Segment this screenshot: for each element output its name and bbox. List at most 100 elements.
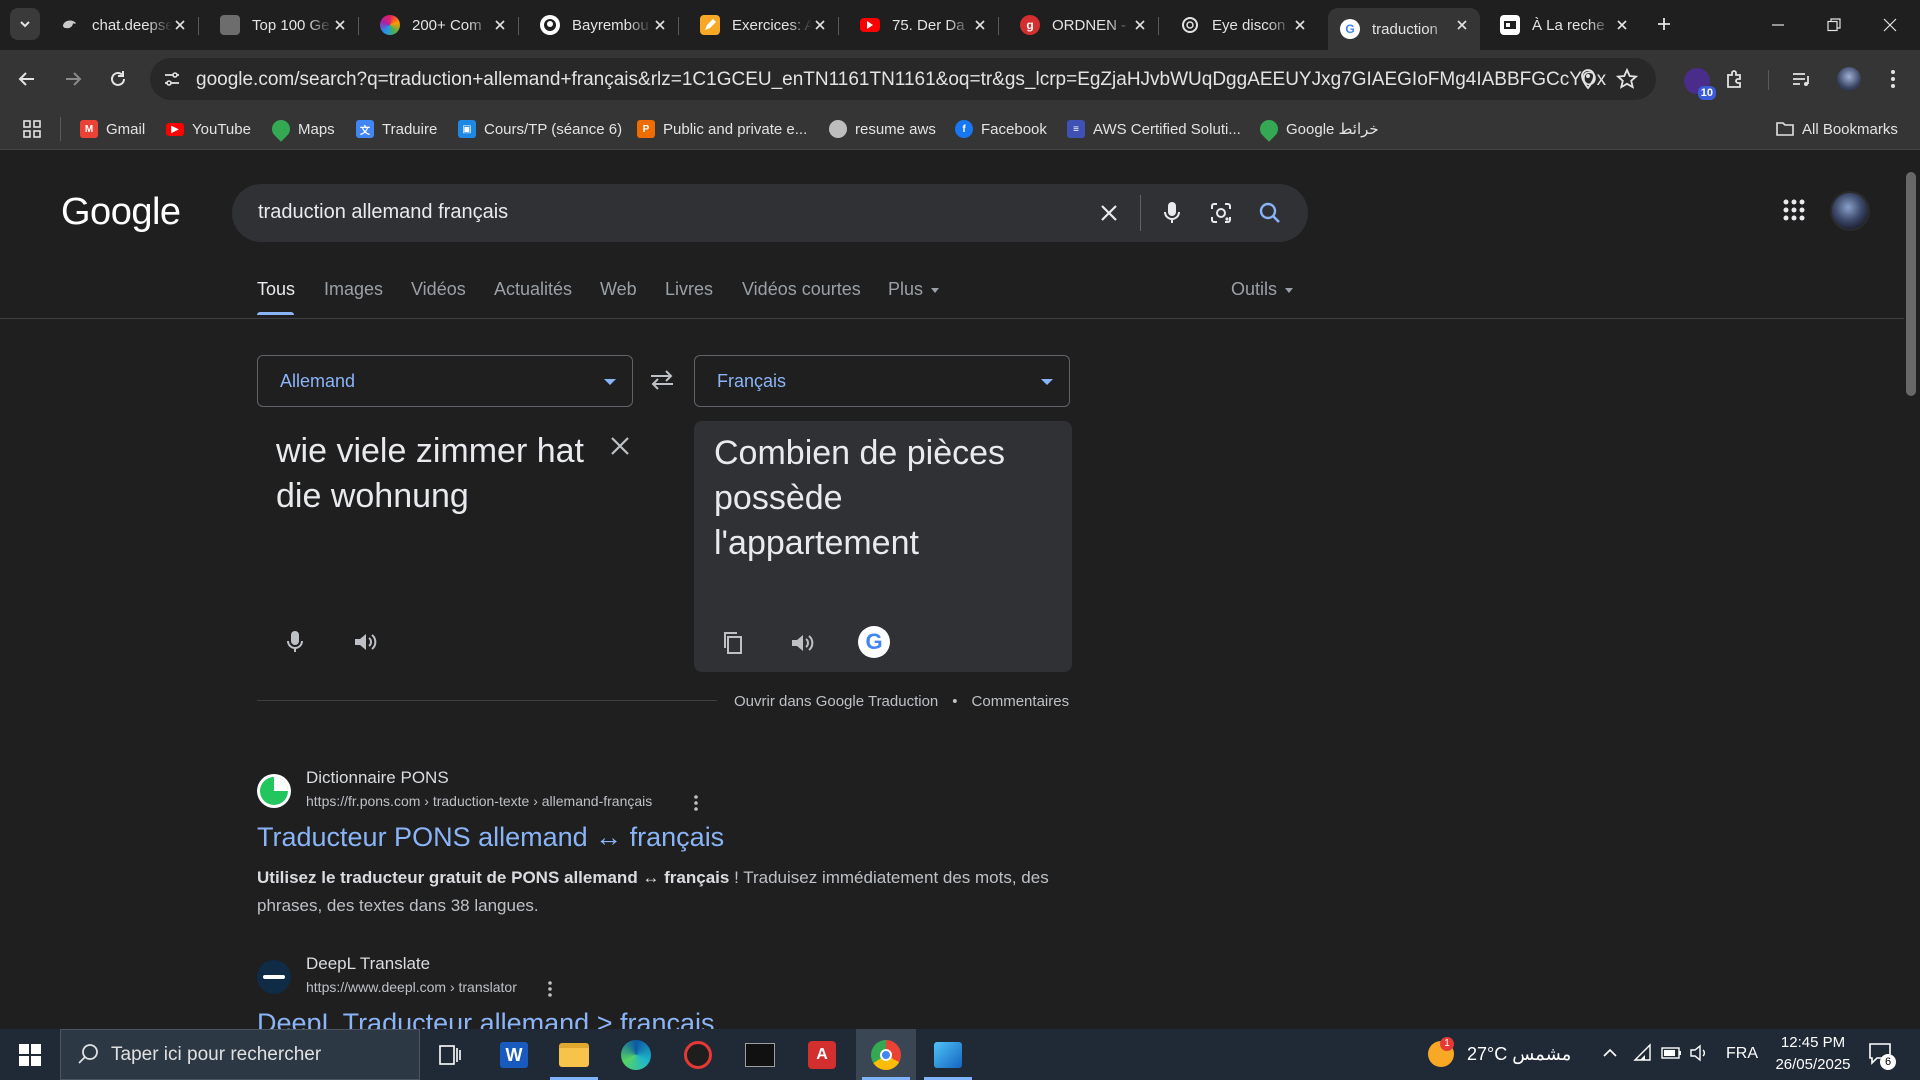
- chevron-up-icon[interactable]: [1602, 1045, 1618, 1061]
- microphone-icon[interactable]: [1157, 198, 1187, 228]
- extensions-button[interactable]: [1720, 64, 1750, 94]
- apps-shortcut[interactable]: [22, 117, 42, 141]
- restore-button[interactable]: [1806, 0, 1862, 50]
- tab-0[interactable]: chat.deepseek: [48, 8, 199, 42]
- bookmark-google-maps-ar[interactable]: Google خرائط: [1256, 116, 1379, 142]
- taskbar-edge[interactable]: [606, 1029, 666, 1080]
- search-input[interactable]: traduction allemand français: [258, 201, 508, 224]
- tab-books[interactable]: Livres: [665, 279, 713, 300]
- close-tab-icon[interactable]: [1454, 17, 1470, 33]
- wifi-icon[interactable]: [1633, 1043, 1653, 1063]
- extension-icon[interactable]: 10: [1684, 68, 1716, 100]
- bookmark-traduire[interactable]: 文 Traduire: [356, 117, 437, 141]
- google-apps-icon[interactable]: [1782, 198, 1806, 222]
- target-language-select[interactable]: Français: [694, 355, 1070, 407]
- bookmark-gmail[interactable]: M Gmail: [80, 117, 145, 141]
- tab-4[interactable]: Exercices: A: [688, 8, 839, 42]
- clock-date[interactable]: 26/05/2025: [1770, 1056, 1856, 1073]
- speaker-icon[interactable]: [787, 628, 817, 658]
- taskbar-file-explorer[interactable]: [544, 1029, 604, 1080]
- taskbar-search[interactable]: Taper ici pour rechercher: [60, 1029, 420, 1080]
- bookmark-maps[interactable]: Maps: [268, 116, 335, 142]
- all-bookmarks[interactable]: All Bookmarks: [1776, 117, 1898, 141]
- profile-button[interactable]: [1834, 64, 1864, 94]
- tab-7[interactable]: Eye discon: [1168, 8, 1318, 42]
- clear-source-icon[interactable]: [609, 435, 631, 457]
- taskbar-photos[interactable]: [918, 1029, 978, 1080]
- close-tab-icon[interactable]: [652, 17, 668, 33]
- google-g-icon[interactable]: G: [858, 626, 890, 658]
- result-site-name[interactable]: DeepL Translate: [306, 954, 430, 974]
- tab-web[interactable]: Web: [600, 279, 637, 300]
- weather-text[interactable]: 27°C مشمس: [1467, 1044, 1571, 1065]
- source-text-input[interactable]: wie viele zimmer hat die wohnung: [276, 429, 606, 519]
- result-site-name[interactable]: Dictionnaire PONS: [306, 768, 449, 788]
- media-control-button[interactable]: [1786, 64, 1816, 94]
- tab-1[interactable]: Top 100 Ge: [208, 8, 359, 42]
- forward-button[interactable]: [58, 64, 88, 94]
- close-tab-icon[interactable]: [492, 17, 508, 33]
- site-info-icon[interactable]: [160, 67, 184, 91]
- location-icon[interactable]: [1578, 68, 1598, 90]
- bookmark-aws-certified[interactable]: ≡ AWS Certified Soluti...: [1067, 117, 1241, 141]
- microphone-icon[interactable]: [280, 627, 310, 657]
- copy-icon[interactable]: [718, 628, 748, 658]
- bookmark-facebook[interactable]: f Facebook: [955, 117, 1047, 141]
- close-tab-icon[interactable]: [1614, 17, 1630, 33]
- bookmark-youtube[interactable]: ▶ YouTube: [166, 117, 251, 141]
- address-bar[interactable]: google.com/search?q=traduction+allemand+…: [150, 58, 1656, 100]
- result-title-link[interactable]: Traducteur PONS allemand ↔ français: [257, 822, 724, 853]
- tab-news[interactable]: Actualités: [494, 279, 572, 300]
- new-tab-button[interactable]: [1652, 12, 1676, 36]
- close-tab-icon[interactable]: [332, 17, 348, 33]
- tools-button[interactable]: Outils: [1231, 279, 1294, 300]
- close-tab-icon[interactable]: [1132, 17, 1148, 33]
- tab-all[interactable]: Tous: [257, 279, 295, 300]
- result-url[interactable]: https://www.deepl.com › translator: [306, 979, 517, 995]
- reload-button[interactable]: [103, 64, 133, 94]
- taskbar-chrome[interactable]: [856, 1029, 916, 1080]
- more-options-icon[interactable]: [543, 980, 557, 998]
- bookmark-resume-aws[interactable]: resume aws: [829, 117, 936, 141]
- tab-more[interactable]: Plus: [888, 279, 940, 300]
- close-window-button[interactable]: [1862, 0, 1918, 50]
- clock-time[interactable]: 12:45 PM: [1776, 1034, 1850, 1051]
- tab-2[interactable]: 200+ Com: [368, 8, 519, 42]
- close-tab-icon[interactable]: [972, 17, 988, 33]
- result-url[interactable]: https://fr.pons.com › traduction-texte ›…: [306, 793, 652, 809]
- volume-icon[interactable]: [1690, 1044, 1710, 1062]
- taskbar-word[interactable]: W: [484, 1029, 544, 1080]
- start-button[interactable]: [0, 1029, 60, 1080]
- close-tab-icon[interactable]: [172, 17, 188, 33]
- scrollbar-thumb[interactable]: [1906, 172, 1916, 396]
- source-language-select[interactable]: Allemand: [257, 355, 633, 407]
- search-box[interactable]: traduction allemand français: [232, 184, 1308, 242]
- account-avatar[interactable]: [1830, 191, 1870, 231]
- tab-8-active[interactable]: G traduction: [1328, 8, 1480, 50]
- back-button[interactable]: [12, 64, 42, 94]
- tab-9[interactable]: À La reche: [1488, 8, 1640, 42]
- task-view-button[interactable]: [420, 1029, 480, 1080]
- minimize-button[interactable]: [1750, 0, 1806, 50]
- bookmark-star-icon[interactable]: [1616, 68, 1638, 90]
- close-tab-icon[interactable]: [812, 17, 828, 33]
- tab-short-videos[interactable]: Vidéos courtes: [742, 279, 861, 300]
- swap-languages-icon[interactable]: [649, 368, 675, 392]
- taskbar-terminal[interactable]: [730, 1029, 790, 1080]
- close-tab-icon[interactable]: [1292, 17, 1308, 33]
- tab-5[interactable]: 75. Der Da: [848, 8, 999, 42]
- bookmark-cours[interactable]: ▣ Cours/TP (séance 6): [458, 117, 622, 141]
- tab-search-button[interactable]: [10, 8, 40, 40]
- clear-search-icon[interactable]: [1094, 198, 1124, 228]
- tab-images[interactable]: Images: [324, 279, 383, 300]
- tab-videos[interactable]: Vidéos: [411, 279, 466, 300]
- search-icon[interactable]: [1255, 198, 1285, 228]
- tab-3[interactable]: Bayrembou: [528, 8, 679, 42]
- google-lens-icon[interactable]: [1206, 198, 1236, 228]
- speaker-icon[interactable]: [350, 627, 380, 657]
- input-language[interactable]: FRA: [1726, 1045, 1758, 1063]
- taskbar-app-red[interactable]: [668, 1029, 728, 1080]
- result-title-link[interactable]: DeepL Traducteur allemand > français: [257, 1008, 715, 1029]
- browser-menu-button[interactable]: [1878, 64, 1908, 94]
- taskbar-acrobat[interactable]: A: [792, 1029, 852, 1080]
